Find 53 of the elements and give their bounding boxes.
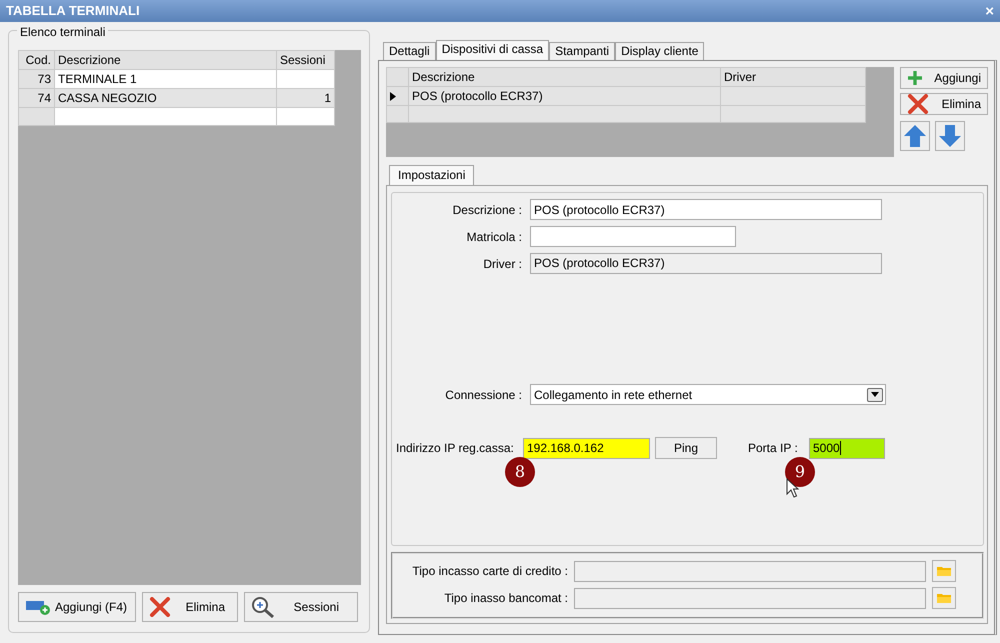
plus-icon (907, 70, 923, 86)
table-cell: 1 (276, 88, 334, 108)
column-header: Sessioni (276, 50, 334, 70)
folder-icon (936, 592, 952, 604)
field-label: Connessione : (444, 386, 522, 404)
input-field[interactable]: 5000 (809, 438, 885, 458)
toolbar-button[interactable]: Sessioni (244, 592, 358, 622)
folder-button[interactable] (932, 560, 956, 582)
folder-button[interactable] (932, 587, 956, 609)
callout-badge: 9 (785, 457, 815, 487)
field-label: Driver : (482, 256, 522, 272)
up-arrow-icon (903, 124, 927, 148)
tab[interactable]: Dettagli (383, 42, 436, 60)
column-header: Driver (720, 68, 866, 86)
zoom-in-icon (251, 596, 275, 618)
delete-icon (149, 597, 171, 617)
field-label: Porta IP : (748, 440, 799, 457)
move-down-button[interactable] (935, 121, 965, 151)
down-arrow-icon (938, 124, 962, 148)
field-label: Indirizzo IP reg.cassa: (395, 440, 515, 457)
field-label: Tipo incasso carte di credito : (411, 563, 568, 580)
tab[interactable]: Impostazioni (389, 165, 474, 185)
card-plus-icon (25, 598, 51, 616)
move-up-button[interactable] (900, 121, 930, 151)
field-label: Matricola : (466, 228, 522, 246)
field-label: Descrizione : (452, 202, 522, 218)
table-cell: TERMINALE 1 (54, 70, 276, 88)
window-title: TABELLA TERMINALI (6, 2, 140, 20)
row-number: 73 (18, 70, 54, 88)
folder-icon (936, 565, 952, 577)
column-header: Cod. (18, 50, 54, 70)
ping-button[interactable]: Ping (655, 437, 717, 459)
input-field[interactable] (530, 226, 736, 247)
input-field: POS (protocollo ECR37) (530, 253, 882, 274)
column-header: Descrizione (54, 50, 276, 70)
dropdown[interactable]: Collegamento in rete ethernet (530, 384, 886, 405)
callout-badge: 8 (505, 457, 535, 487)
table-cell: POS (protocollo ECR37) (408, 86, 720, 106)
input-field[interactable]: 192.168.0.162 (523, 438, 650, 458)
tab[interactable]: Stampanti (549, 42, 616, 60)
tab[interactable]: Display cliente (615, 42, 704, 60)
field-label: Tipo inasso bancomat : (443, 590, 568, 607)
row-number: 74 (18, 88, 54, 108)
toolbar-button[interactable]: Aggiungi (F4) (18, 592, 136, 622)
input-field[interactable]: POS (protocollo ECR37) (530, 199, 882, 220)
delete-icon (907, 94, 929, 114)
toolbar-button[interactable]: Elimina (900, 93, 988, 115)
tab[interactable]: Dispositivi di cassa (436, 40, 550, 60)
column-header: Descrizione (408, 68, 720, 86)
toolbar-button[interactable]: Elimina (142, 592, 238, 622)
cursor-icon (786, 478, 799, 498)
toolbar-button[interactable]: Aggiungi (900, 67, 988, 89)
table-cell: CASSA NEGOZIO (54, 88, 276, 108)
